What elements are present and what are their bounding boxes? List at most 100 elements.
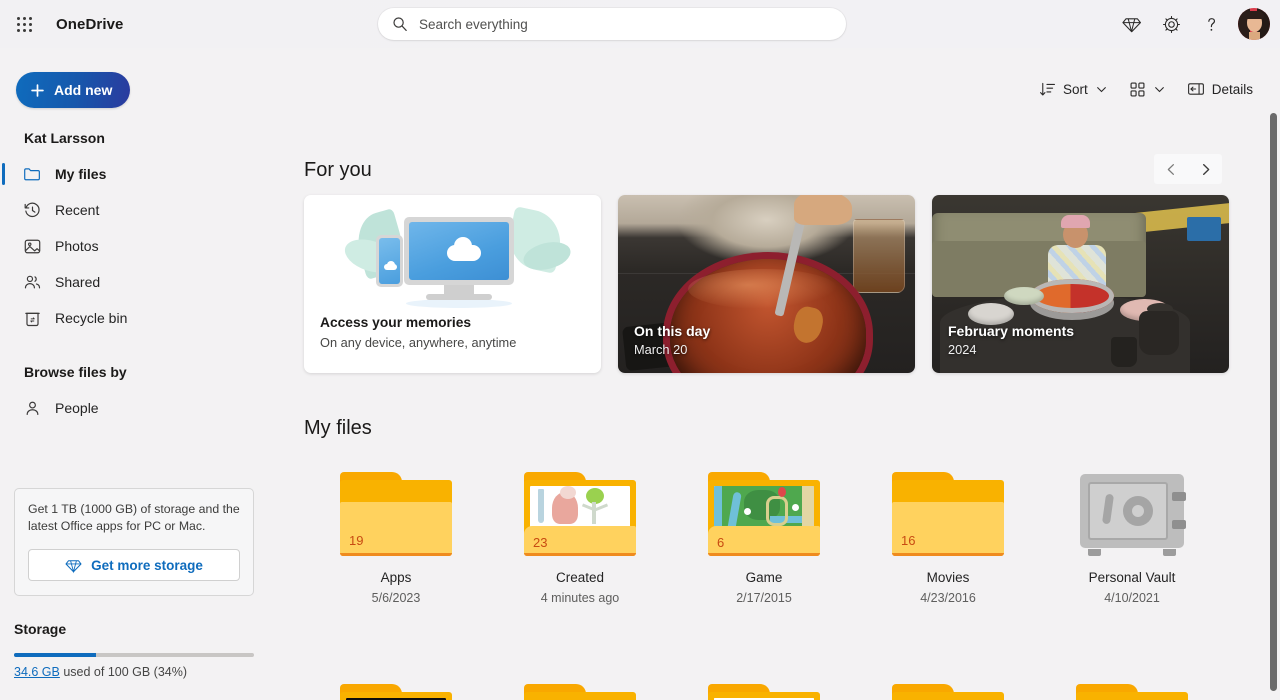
storage-usage-text: 34.6 GB used of 100 GB (34%) (14, 665, 187, 679)
file-tile-row2-4[interactable] (856, 672, 1040, 700)
scrollbar-thumb[interactable] (1270, 113, 1277, 691)
sidebar-item-label: Photos (55, 238, 99, 254)
file-tile-row2-3[interactable] (672, 672, 856, 700)
sidebar-item-recent[interactable]: Recent (8, 192, 268, 228)
storage-usage-detail: used of 100 GB (34%) (60, 665, 187, 679)
vertical-scrollbar[interactable] (1266, 48, 1280, 700)
card-title: Access your memories (320, 315, 585, 330)
storage-promo-card: Get 1 TB (1000 GB) of storage and the la… (14, 488, 254, 596)
my-files-grid: 19 Apps 5/6/2023 23 Created 4 minutes ag… (304, 460, 1248, 620)
folder-item-count: 16 (901, 533, 915, 548)
folder-icon (524, 684, 636, 700)
top-app-bar: OneDrive (0, 0, 1280, 48)
carousel-nav (1154, 154, 1222, 184)
app-launcher-waffle-icon[interactable] (4, 4, 44, 44)
file-tile-apps[interactable]: 19 Apps 5/6/2023 (304, 460, 488, 620)
chevron-left-icon (1165, 163, 1178, 176)
storage-promo-text: Get 1 TB (1000 GB) of storage and the la… (28, 501, 240, 535)
get-more-storage-button[interactable]: Get more storage (28, 549, 240, 581)
my-files-title: My files (304, 417, 372, 439)
file-tile-row2-1[interactable] (304, 672, 488, 700)
sidebar-item-shared[interactable]: Shared (8, 264, 268, 300)
file-date: 4 minutes ago (541, 591, 620, 605)
file-tile-row2-5[interactable] (1040, 672, 1224, 700)
for-you-card-february-moments[interactable]: February moments 2024 (932, 195, 1229, 373)
sidebar: Kat Larsson My files Recent Ph (0, 124, 278, 700)
view-options-button[interactable] (1120, 73, 1174, 105)
diamond-icon (65, 557, 82, 574)
folder-icon (340, 684, 452, 700)
sidebar-item-label: My files (55, 166, 106, 182)
app-brand-title: OneDrive (56, 16, 124, 33)
file-name: Apps (381, 570, 412, 585)
chevron-right-icon (1199, 163, 1212, 176)
file-name: Movies (927, 570, 970, 585)
carousel-next-button[interactable] (1188, 154, 1222, 184)
for-you-card-memories[interactable]: Access your memories On any device, anyw… (304, 195, 601, 373)
details-label: Details (1212, 82, 1253, 97)
file-tile-row2-2[interactable] (488, 672, 672, 700)
sidebar-item-label: Recent (55, 202, 99, 218)
folder-icon: 6 (708, 472, 820, 556)
top-bar-actions (1112, 0, 1272, 48)
storage-progress-bar (14, 653, 254, 657)
premium-diamond-icon[interactable] (1112, 5, 1150, 43)
file-name: Personal Vault (1089, 570, 1176, 585)
card-subtitle: 2024 (948, 342, 1074, 357)
sidebar-browse-header: Browse files by (0, 336, 278, 390)
sidebar-item-photos[interactable]: Photos (8, 228, 268, 264)
details-button[interactable]: Details (1178, 73, 1262, 105)
photos-image-icon (22, 236, 42, 256)
main-content: For you Access your memori (278, 112, 1266, 700)
plus-icon (30, 83, 45, 98)
file-date: 4/10/2021 (1104, 591, 1160, 605)
my-files-grid-next-row (304, 672, 1248, 700)
storage-progress-fill (14, 653, 96, 657)
recycle-bin-icon (22, 308, 42, 328)
sidebar-item-recycle-bin[interactable]: Recycle bin (8, 300, 268, 336)
file-name: Game (746, 570, 783, 585)
folder-icon: 19 (340, 472, 452, 556)
selection-indicator (2, 163, 5, 185)
add-new-button[interactable]: Add new (16, 72, 130, 108)
file-name: Created (556, 570, 604, 585)
folder-icon: 16 (892, 472, 1004, 556)
card-title: On this day (634, 323, 710, 339)
file-date: 2/17/2015 (736, 591, 792, 605)
search-input[interactable] (419, 17, 799, 32)
folder-icon (892, 684, 1004, 700)
file-date: 4/23/2016 (920, 591, 976, 605)
folder-icon (22, 164, 42, 184)
personal-vault-safe-icon (1076, 472, 1188, 556)
chevron-down-icon (1154, 84, 1165, 95)
sidebar-item-label: Shared (55, 274, 100, 290)
my-files-header: My files (304, 417, 372, 440)
file-tile-movies[interactable]: 16 Movies 4/23/2016 (856, 460, 1040, 620)
folder-icon (708, 684, 820, 700)
sort-button[interactable]: Sort (1030, 73, 1116, 105)
sidebar-item-people[interactable]: People (8, 390, 268, 426)
settings-gear-icon[interactable] (1152, 5, 1190, 43)
details-panel-icon (1187, 80, 1205, 98)
file-tile-created[interactable]: 23 Created 4 minutes ago (488, 460, 672, 620)
sidebar-item-label: Recycle bin (55, 310, 127, 326)
folder-item-count: 19 (349, 533, 363, 548)
folder-item-count: 6 (717, 535, 724, 550)
sidebar-item-my-files[interactable]: My files (8, 156, 268, 192)
help-question-icon[interactable] (1192, 5, 1230, 43)
search-box[interactable] (378, 8, 846, 40)
folder-icon (1076, 684, 1188, 700)
avatar[interactable] (1238, 8, 1270, 40)
file-date: 5/6/2023 (372, 591, 421, 605)
file-tile-personal-vault[interactable]: Personal Vault 4/10/2021 (1040, 460, 1224, 620)
for-you-card-on-this-day[interactable]: On this day March 20 (618, 195, 915, 373)
card-title: February moments (948, 323, 1074, 339)
storage-heading: Storage (14, 621, 66, 637)
sort-icon (1039, 81, 1056, 98)
search-icon (392, 16, 408, 32)
get-more-storage-label: Get more storage (91, 558, 203, 573)
carousel-prev-button[interactable] (1154, 154, 1188, 184)
recent-clock-icon (22, 200, 42, 220)
storage-used-link[interactable]: 34.6 GB (14, 665, 60, 679)
file-tile-game[interactable]: 6 Game 2/17/2015 (672, 460, 856, 620)
